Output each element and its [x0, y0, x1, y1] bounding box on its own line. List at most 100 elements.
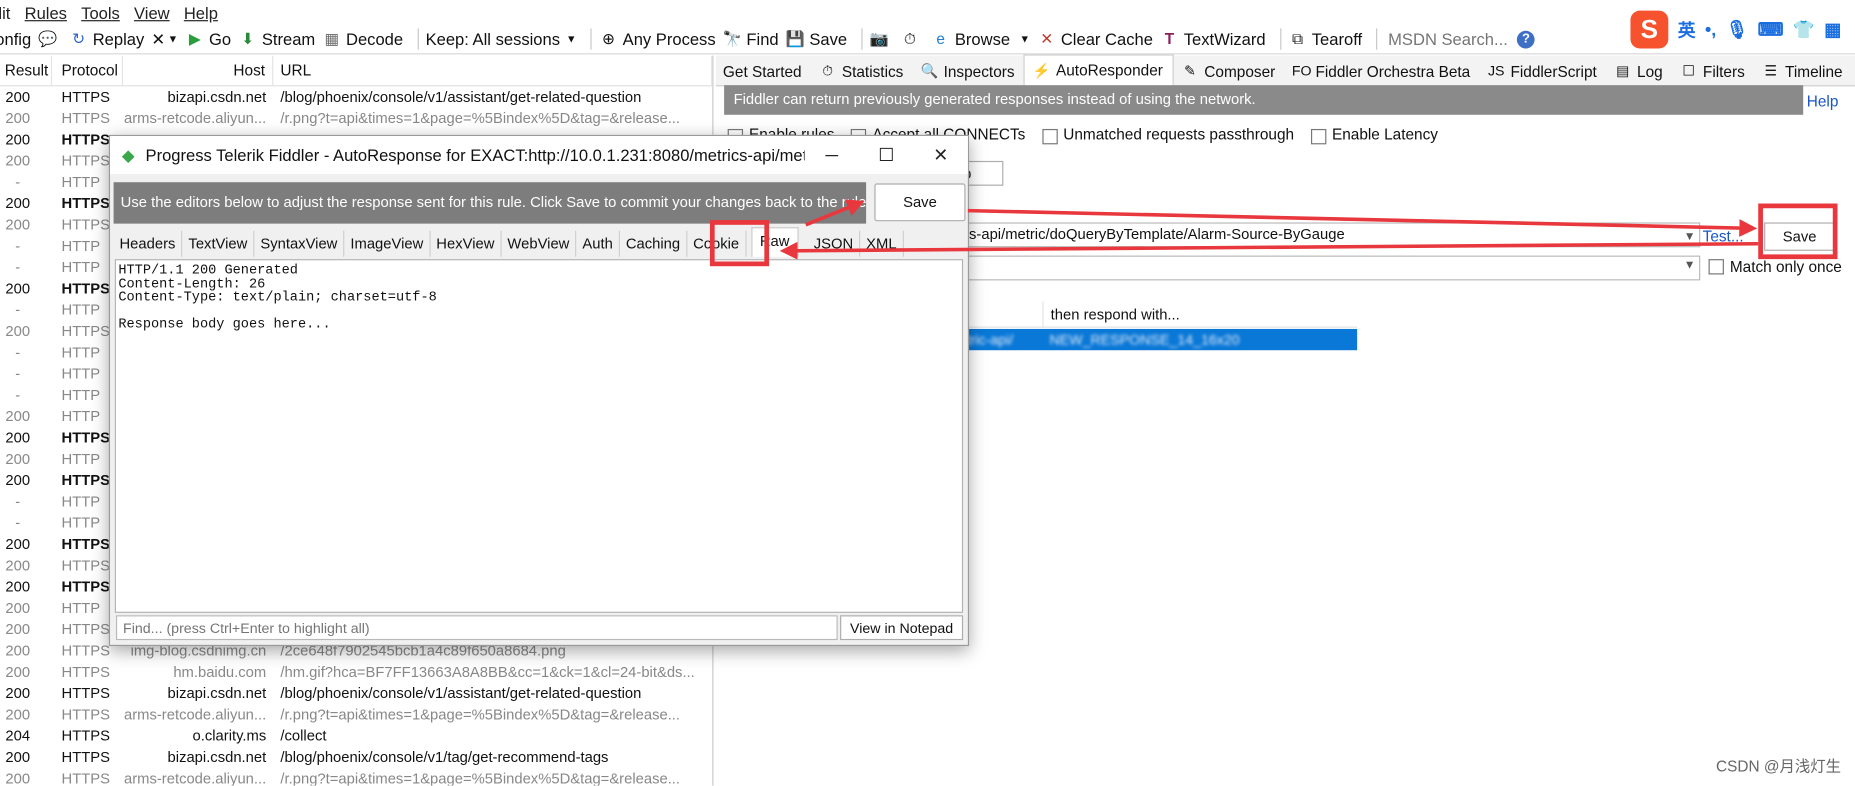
microphone-icon[interactable]: 🎙	[1726, 19, 1749, 40]
tab-timeline[interactable]: ☰ Timeline	[1754, 57, 1852, 85]
session-protocol: HTTPS	[61, 110, 111, 127]
session-result: 200	[5, 621, 31, 638]
menu-tools[interactable]: Tools	[81, 3, 134, 22]
menu-view[interactable]: View	[134, 3, 184, 22]
tab-icon: ☐	[1682, 62, 1696, 80]
session-row[interactable]: 200 HTTPS hm.baidu.com/hm.gif?hca=BF7FF136…	[0, 661, 712, 682]
decode-button[interactable]: ▦ Decode	[322, 30, 410, 49]
session-row[interactable]: 200 HTTPS arms-retcode.aliyun... /r.png?t=a…	[0, 108, 712, 129]
dialog-tab-imageview[interactable]: ImageView	[344, 230, 431, 257]
help-link[interactable]: Help	[1807, 92, 1839, 110]
dialog-tab-textview[interactable]: TextView	[183, 230, 255, 257]
tab-label: Composer	[1204, 62, 1276, 80]
unmatched-passthrough-checkbox[interactable]: Unmatched requests passthrough	[1041, 126, 1294, 144]
dialog-save-button[interactable]: Save	[874, 183, 966, 222]
dialog-tab-auth[interactable]: Auth	[576, 230, 620, 257]
column-url[interactable]: URL	[273, 55, 713, 86]
ime-language[interactable]: 英	[1678, 17, 1696, 42]
session-row[interactable]: 200 HTTPS arms-retcode.aliyun... /r.png?t=a…	[0, 768, 712, 785]
tab-get-started[interactable]: Get Started	[716, 57, 811, 85]
tab-autoresponder[interactable]: ⚡ AutoResponder	[1024, 54, 1174, 86]
dialog-tab-syntaxview[interactable]: SyntaxView	[254, 230, 345, 257]
stream-button[interactable]: ⬇ Stream	[238, 30, 322, 49]
enable-latency-checkbox[interactable]: Enable Latency	[1310, 126, 1438, 144]
raw-editor[interactable]: HTTP/1.1 200 Generated Content-Length: 26…	[114, 259, 964, 613]
skin-icon[interactable]: 👕	[1793, 19, 1815, 40]
find-input[interactable]	[115, 615, 838, 641]
rule-match-combo[interactable]: s-api/metric/doQueryByTemplate/Alarm-Sou…	[966, 222, 1701, 248]
comment-button[interactable]: 💬	[38, 30, 69, 49]
menu-rules[interactable]: Rules	[25, 3, 82, 22]
rule-action-combo[interactable]: ▼	[966, 255, 1701, 281]
replay-button[interactable]: ↻ Replay	[69, 30, 151, 49]
close-icon[interactable]: ✕	[913, 144, 967, 166]
minimize-icon[interactable]: ─	[805, 145, 859, 165]
replay-label: Replay	[92, 29, 145, 49]
session-result: -	[15, 259, 21, 276]
dialog-tab-hexview[interactable]: HexView	[430, 230, 502, 257]
session-result: 200	[5, 748, 31, 766]
column-result[interactable]: Result	[0, 55, 53, 86]
browse-button[interactable]: e Browse ▼	[931, 30, 1037, 49]
find-button[interactable]: 🔭 Find	[723, 30, 786, 49]
dialog-tab-headers[interactable]: Headers	[114, 230, 183, 257]
session-row[interactable]: 204 HTTPS o.clarity.ms/collect	[0, 725, 712, 746]
tab-icon: ✎	[1184, 62, 1197, 80]
timer-button[interactable]: ⏱	[900, 30, 931, 49]
menu-help[interactable]: Help	[184, 3, 232, 22]
session-result: -	[15, 365, 21, 383]
config-button[interactable]: onfig	[0, 30, 38, 49]
help-icon[interactable]: ?	[1517, 30, 1535, 48]
session-result: 204	[5, 727, 31, 745]
match-only-once-checkbox[interactable]: Match only once	[1708, 258, 1842, 276]
tab-fiddlerscript[interactable]: JS FiddlerScript	[1480, 57, 1607, 85]
test-link[interactable]: Test...	[1703, 227, 1744, 245]
screenshot-button[interactable]: 📷	[870, 30, 901, 49]
clear-cache-button[interactable]: ✕ Clear Cache	[1037, 30, 1160, 49]
session-result: 200	[5, 195, 31, 212]
any-process-button[interactable]: ⊕ Any Process	[599, 30, 723, 49]
grid-icon[interactable]: ▦	[1824, 19, 1841, 40]
keyboard-icon[interactable]: ⌨	[1758, 19, 1784, 40]
msdn-search-input[interactable]	[1384, 27, 1518, 51]
ie-icon: e	[936, 29, 945, 48]
save-toolbar-label: Save	[809, 29, 848, 49]
ime-punctuation[interactable]: •,	[1705, 20, 1716, 40]
right-tabs: Get Started ⏱ Statistics 🔍 Inspectors ⚡ AutoRe…	[715, 54, 1855, 87]
session-row[interactable]: 200 HTTPS bizapi.csdn.net/blog/phoenix/con…	[0, 86, 712, 107]
rule-row[interactable]: tric-api/ NEW_RESPONSE_14_16x20	[966, 328, 1358, 351]
maximize-icon[interactable]: ☐	[859, 144, 913, 166]
column-host[interactable]: Host	[123, 55, 274, 86]
dialog-tab-json[interactable]: JSON	[808, 230, 861, 257]
tab-filters[interactable]: ☐ Filters	[1672, 57, 1754, 85]
session-row[interactable]: 200 HTTPS bizapi.csdn.net/blog/phoenix/con…	[0, 747, 712, 768]
menu-edit[interactable]: dit	[0, 3, 25, 22]
keep-sessions-dropdown[interactable]: Keep: All sessions ▼	[426, 30, 584, 49]
tab-statistics[interactable]: ⏱ Statistics	[811, 57, 913, 85]
dialog-tab-caching[interactable]: Caching	[620, 230, 688, 257]
session-url: /hm.gif?hca=BF7FF13663A8A8BB&cc=1&ck=1&c…	[280, 663, 695, 681]
session-row[interactable]: 200 HTTPS arms-retcode.aliyun... /r.png?t=a…	[0, 704, 712, 725]
tab-log[interactable]: ▤ Log	[1606, 57, 1672, 85]
session-result: 200	[5, 663, 31, 681]
tab-fiddler-orchestra-beta[interactable]: FO Fiddler Orchestra Beta	[1285, 57, 1480, 85]
go-button[interactable]: ▶ Go	[185, 30, 238, 49]
session-protocol: HTTPS	[61, 748, 111, 766]
dialog-tab-xml[interactable]: XML	[860, 230, 904, 257]
keep-label: Keep: All sessions	[425, 29, 561, 49]
dialog-tab-webview[interactable]: WebView	[502, 230, 577, 257]
view-in-notepad-button[interactable]: View in Notepad	[840, 615, 964, 641]
textwizard-button[interactable]: T TextWizard	[1160, 30, 1273, 49]
save-toolbar-button[interactable]: 💾 Save	[786, 30, 855, 49]
tab-inspectors[interactable]: 🔍 Inspectors	[913, 57, 1024, 85]
column-protocol[interactable]: Protocol	[52, 55, 124, 86]
autoresponder-banner: Fiddler can return previously generated …	[724, 85, 1804, 115]
session-result: 200	[5, 599, 31, 617]
sogou-icon[interactable]: S	[1630, 10, 1669, 49]
session-row[interactable]: 200 HTTPS bizapi.csdn.net/blog/phoenix/con…	[0, 683, 712, 704]
sessions-header: Result Protocol Host URL	[0, 55, 713, 87]
tab-composer[interactable]: ✎ Composer	[1174, 57, 1285, 85]
session-host: arms-retcode.aliyun...	[124, 706, 267, 723]
tearoff-button[interactable]: ⧉ Tearoff	[1288, 30, 1369, 49]
remove-button[interactable]: ✕ ▼	[151, 29, 185, 49]
